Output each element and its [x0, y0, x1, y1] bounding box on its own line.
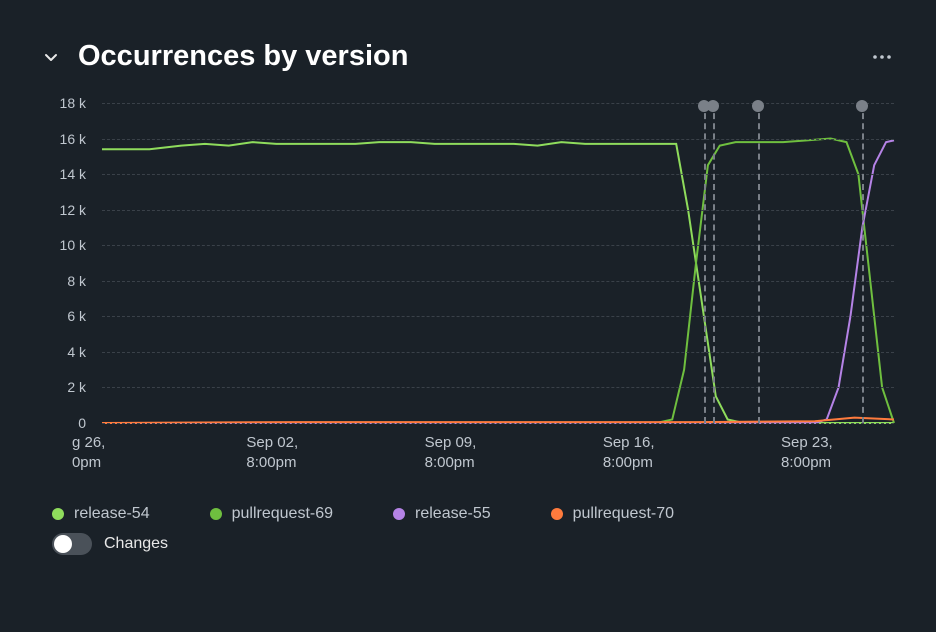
legend-item[interactable]: pullrequest-70: [551, 505, 674, 523]
series-line: [102, 142, 894, 423]
x-tick-label: Sep 09,8:00pm: [425, 433, 477, 474]
grid-line: [102, 352, 894, 353]
y-axis: 18 k16 k14 k12 k10 k8 k6 k4 k2 k0: [42, 103, 92, 423]
legend-swatch: [551, 508, 563, 520]
y-tick-label: 8 k: [67, 273, 86, 289]
chart-area[interactable]: 18 k16 k14 k12 k10 k8 k6 k4 k2 k0 g 26,0…: [42, 103, 894, 483]
grid-line: [102, 103, 894, 104]
legend-label: pullrequest-69: [232, 505, 333, 523]
event-marker-dot: [752, 100, 764, 112]
grid-line: [102, 281, 894, 282]
legend-swatch: [210, 508, 222, 520]
more-options-button[interactable]: [870, 45, 894, 69]
y-tick-label: 6 k: [67, 308, 86, 324]
x-tick-label: Sep 02,8:00pm: [246, 433, 298, 474]
legend-item[interactable]: release-55: [393, 505, 491, 523]
legend-label: release-55: [415, 505, 491, 523]
y-tick-label: 14 k: [60, 166, 86, 182]
changes-toggle[interactable]: [52, 533, 92, 555]
legend-item[interactable]: pullrequest-69: [210, 505, 333, 523]
toggle-knob: [54, 535, 72, 553]
plot-area: [102, 103, 894, 423]
event-marker-line: [758, 103, 760, 423]
x-tick-label: Sep 16,8:00pm: [603, 433, 655, 474]
ellipsis-icon: [872, 54, 892, 60]
y-tick-label: 18 k: [60, 95, 86, 111]
grid-line: [102, 423, 894, 424]
event-marker-line: [704, 103, 706, 423]
legend-item[interactable]: release-54: [52, 505, 150, 523]
y-tick-label: 0: [78, 415, 86, 431]
panel-header: Occurrences by version: [42, 40, 894, 73]
collapse-toggle[interactable]: [42, 48, 60, 66]
header-left: Occurrences by version: [42, 40, 408, 73]
x-tick-label: g 26,0pm: [72, 433, 105, 474]
legend-swatch: [52, 508, 64, 520]
y-tick-label: 10 k: [60, 237, 86, 253]
y-tick-label: 2 k: [67, 379, 86, 395]
chart-panel: Occurrences by version 18 k 16 k 14 k 12 k 1…: [0, 0, 936, 575]
grid-line: [102, 210, 894, 211]
grid-line: [102, 316, 894, 317]
chart-legend: release-54 pullrequest-69 release-55 pullre…: [42, 493, 894, 523]
legend-swatch: [393, 508, 405, 520]
grid-line: [102, 245, 894, 246]
panel-title: Occurrences by version: [78, 40, 408, 73]
event-marker-dot: [856, 100, 868, 112]
legend-label: pullrequest-70: [573, 505, 674, 523]
grid-line: [102, 174, 894, 175]
event-marker-dot: [707, 100, 719, 112]
x-tick-label: Sep 23,8:00pm: [781, 433, 833, 474]
changes-toggle-row: Changes: [42, 523, 894, 555]
grid-line: [102, 387, 894, 388]
changes-toggle-label: Changes: [104, 535, 168, 553]
legend-label: release-54: [74, 505, 150, 523]
y-tick-label: 12 k: [60, 202, 86, 218]
event-marker-line: [862, 103, 864, 423]
chart-lines: [102, 103, 894, 423]
event-marker-line: [713, 103, 715, 423]
chevron-down-icon: [43, 49, 59, 65]
y-tick-label: 4 k: [67, 344, 86, 360]
grid-line: [102, 139, 894, 140]
y-tick-label: 16 k: [60, 131, 86, 147]
